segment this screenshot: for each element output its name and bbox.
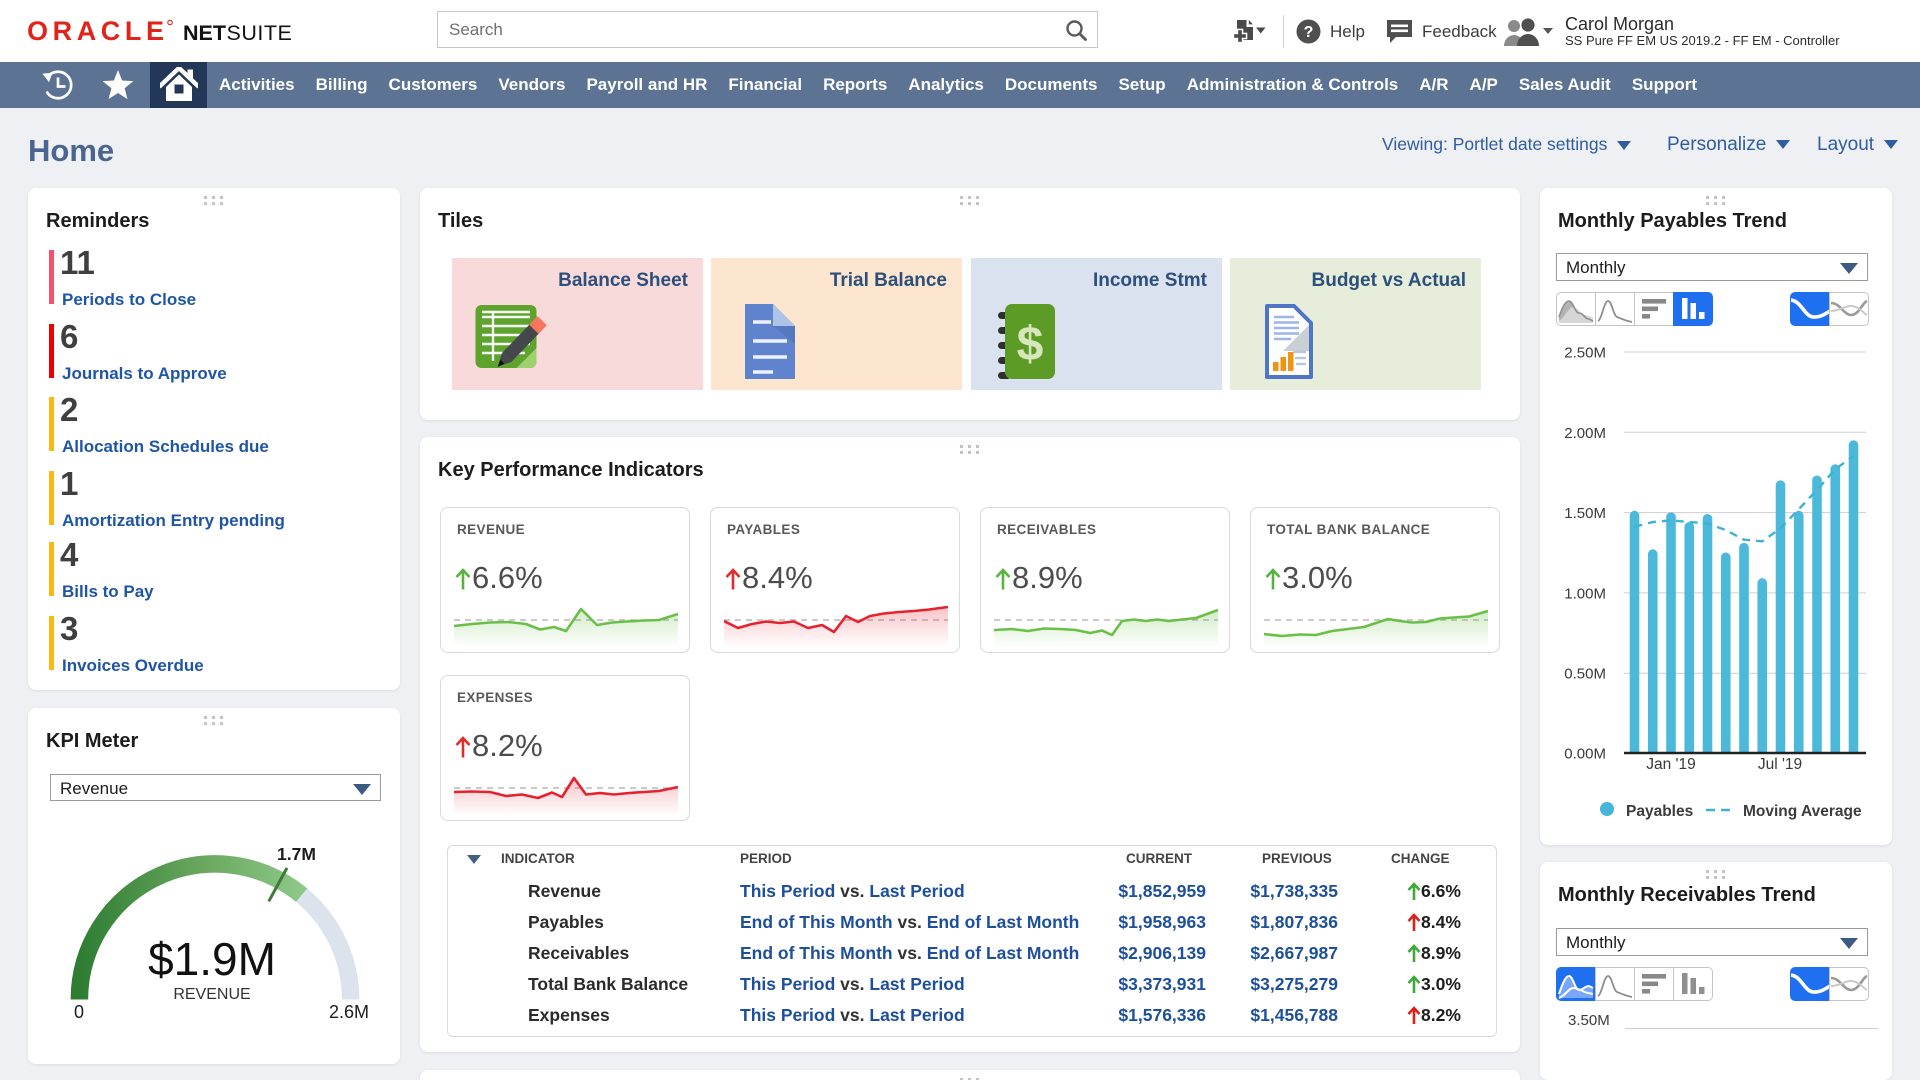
svg-text:1.7M: 1.7M (277, 844, 316, 864)
svg-text:Jan '19: Jan '19 (1646, 756, 1696, 773)
svg-text:SUITE: SUITE (227, 21, 293, 45)
svg-text:1.00M: 1.00M (1564, 585, 1606, 602)
svg-text:0.50M: 0.50M (1564, 666, 1606, 683)
svg-text:?: ? (1304, 24, 1314, 41)
svg-text:ORACLE: ORACLE (27, 18, 169, 46)
svg-text:Payables: Payables (1626, 803, 1693, 820)
svg-text:Jul '19: Jul '19 (1758, 756, 1802, 773)
svg-text:Moving Average: Moving Average (1743, 803, 1862, 820)
svg-text:2.50M: 2.50M (1564, 345, 1606, 362)
svg-text:2.00M: 2.00M (1564, 425, 1606, 442)
svg-text:$1.9M: $1.9M (148, 933, 276, 985)
svg-text:NET: NET (183, 21, 226, 45)
svg-text:0.00M: 0.00M (1564, 746, 1606, 763)
svg-text:REVENUE: REVENUE (173, 986, 250, 1003)
svg-text:1.50M: 1.50M (1564, 505, 1606, 522)
svg-text:0: 0 (74, 1002, 84, 1022)
svg-text:2.6M: 2.6M (329, 1002, 369, 1022)
svg-text:$: $ (1017, 318, 1044, 371)
